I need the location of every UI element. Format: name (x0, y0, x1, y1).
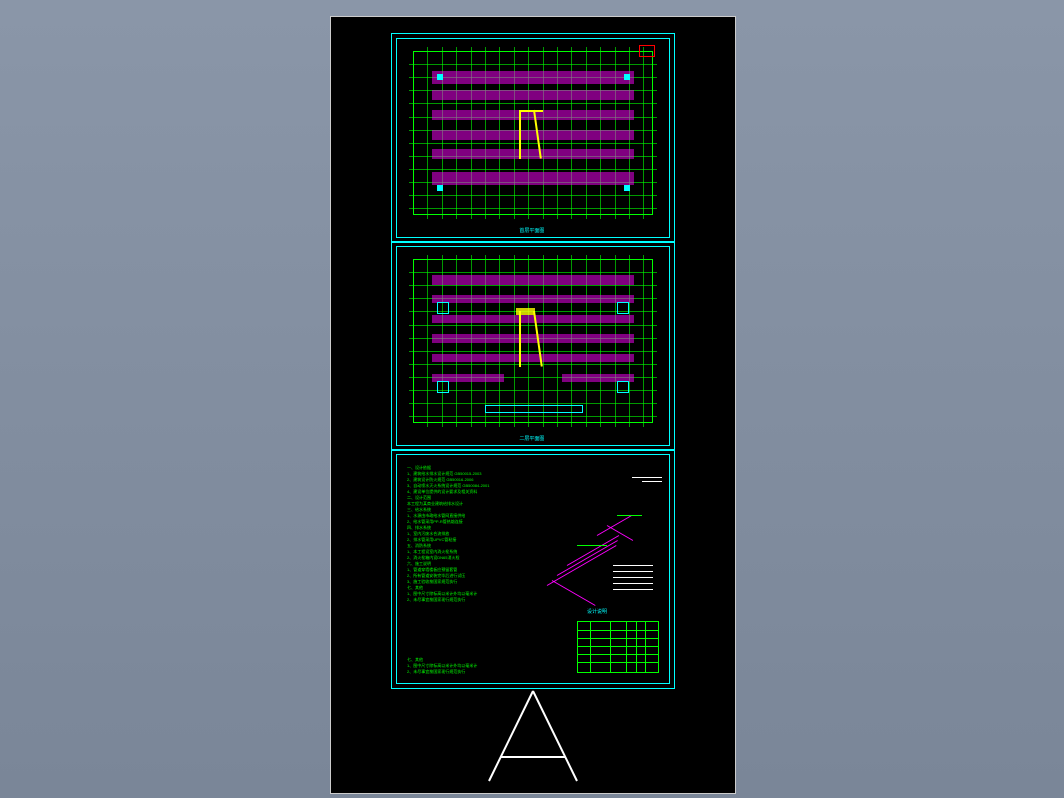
north-arrow-a (469, 687, 597, 785)
design-notes: 一、设计依据1、建筑给水排水设计规范 GB50015-20032、建筑设计防火规… (407, 465, 527, 685)
cad-canvas[interactable]: 首层平面图 (330, 16, 736, 794)
plan-grid-2 (413, 259, 653, 423)
sheet-floor-plan-1: 首层平面图 (391, 33, 675, 243)
sheet-border: 一、设计依据1、建筑给水排水设计规范 GB50015-20032、建筑设计防火规… (396, 454, 670, 684)
legend-symbols (613, 565, 653, 605)
sheet-floor-plan-2: 二层平面图 (391, 241, 675, 451)
signature-block: 七、其他 1、图中尺寸除标高以米计外均以毫米计 2、未尽事宜按国家现行规范执行 (407, 657, 517, 675)
sheet-border: 二层平面图 (396, 246, 670, 446)
plan-grid-1 (413, 51, 653, 215)
sheet-border: 首层平面图 (396, 38, 670, 238)
sheet-notes: 一、设计依据1、建筑给水排水设计规范 GB50015-20032、建筑设计防火规… (391, 449, 675, 689)
drawing-area: 首层平面图 (361, 33, 705, 687)
riser-label: 设计说明 (587, 608, 607, 615)
sheet-title: 首层平面图 (519, 227, 544, 234)
sheet-title: 二层平面图 (519, 435, 544, 442)
note-line: 2、未尽事宜按国家现行规范执行 (407, 597, 527, 603)
materials-table (577, 621, 659, 673)
